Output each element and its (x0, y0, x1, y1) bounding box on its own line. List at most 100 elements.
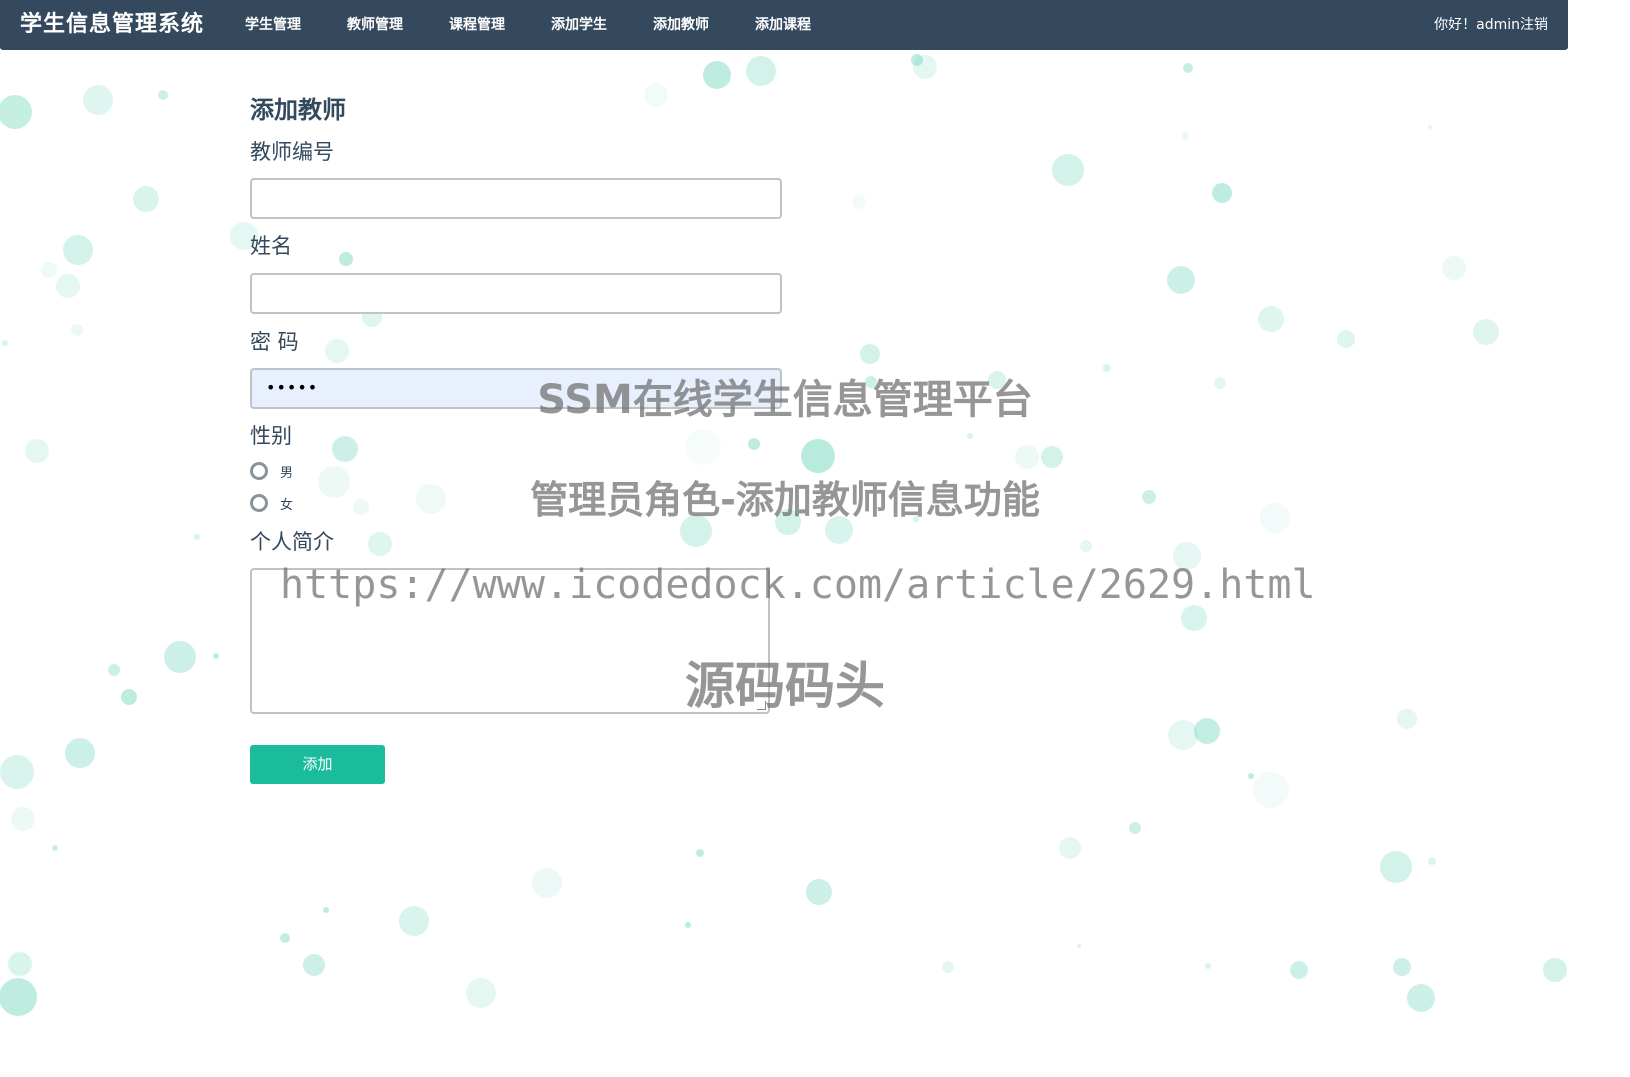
background-bubble (323, 907, 329, 913)
nav-student-management[interactable]: 学生管理 (245, 0, 301, 50)
name-label: 姓名 (250, 234, 292, 258)
background-bubble (1205, 963, 1211, 969)
background-bubble (368, 532, 392, 556)
background-bubble (11, 807, 35, 831)
background-bubble (1041, 446, 1063, 468)
password-label: 密 码 (250, 330, 299, 354)
background-bubble (1260, 503, 1290, 533)
bio-label: 个人简介 (250, 530, 334, 554)
background-bubble (1181, 132, 1189, 140)
app-brand[interactable]: 学生信息管理系统 (20, 0, 204, 50)
background-bubble (685, 429, 721, 465)
background-bubble (41, 262, 57, 278)
background-bubble (25, 439, 49, 463)
background-bubble (1397, 709, 1417, 729)
background-bubble (852, 195, 866, 209)
background-bubble (133, 186, 159, 212)
background-bubble (2, 340, 8, 346)
background-bubble (1167, 266, 1195, 294)
background-bubble (644, 83, 668, 107)
background-bubble (0, 978, 37, 1016)
password-dots: ••••• (266, 378, 319, 397)
background-bubble (108, 664, 120, 676)
gender-radio-female[interactable]: 女 (250, 492, 293, 514)
background-bubble (121, 689, 137, 705)
background-bubble (353, 499, 369, 515)
background-bubble (1194, 718, 1220, 744)
background-bubble (806, 879, 832, 905)
teacher-id-input[interactable] (250, 178, 782, 219)
background-bubble (1248, 773, 1254, 779)
background-bubble (1077, 944, 1081, 948)
background-bubble (1258, 306, 1284, 332)
nav-teacher-management[interactable]: 教师管理 (347, 0, 403, 50)
background-bubble (801, 439, 835, 473)
nav-course-management[interactable]: 课程管理 (449, 0, 505, 50)
gender-option-label: 女 (280, 497, 294, 513)
background-bubble (1543, 958, 1567, 982)
background-bubble (8, 952, 32, 976)
background-bubble (1181, 605, 1207, 631)
background-bubble (532, 868, 562, 898)
background-bubble (83, 85, 113, 115)
background-bubble (860, 344, 880, 364)
background-bubble (158, 90, 168, 100)
greeting-text: 你好！ (1434, 17, 1477, 33)
user-info: 你好！admin注销 (1434, 0, 1548, 50)
background-bubble (911, 54, 923, 66)
page-title: 添加教师 (250, 96, 346, 124)
background-bubble (1142, 490, 1156, 504)
background-bubble (52, 845, 58, 851)
radio-circle-icon (250, 462, 268, 480)
background-bubble (1253, 772, 1289, 808)
background-bubble (1407, 984, 1435, 1012)
gender-radio-male[interactable]: 男 (250, 460, 293, 482)
background-bubble (1059, 837, 1081, 859)
background-bubble (1129, 822, 1141, 834)
nav-add-teacher[interactable]: 添加教师 (653, 0, 709, 50)
background-bubble (399, 906, 429, 936)
watermark-url: https://www.icodedock.com/article/2629.h… (280, 562, 1316, 608)
background-bubble (913, 55, 937, 79)
background-bubble (63, 235, 93, 265)
add-button[interactable]: 添加 (250, 745, 385, 784)
background-bubble (56, 274, 80, 298)
background-bubble (967, 433, 973, 439)
background-bubble (213, 653, 219, 659)
background-bubble (1052, 154, 1084, 186)
gender-option-label: 男 (280, 465, 294, 481)
background-bubble (1103, 364, 1111, 372)
background-bubble (339, 252, 353, 266)
background-bubble (416, 484, 446, 514)
background-bubble (194, 534, 200, 540)
background-bubble (1212, 183, 1232, 203)
background-bubble (685, 922, 691, 928)
background-bubble (1015, 445, 1039, 469)
name-input[interactable] (250, 273, 782, 314)
background-bubble (71, 324, 83, 336)
background-bubble (280, 933, 290, 943)
watermark-subtitle: 管理员角色-添加教师信息功能 (530, 478, 1040, 522)
background-bubble (0, 95, 32, 129)
background-bubble (696, 849, 704, 857)
background-bubble (1183, 63, 1193, 73)
watermark-title: SSM在线学生信息管理平台 (537, 377, 1033, 423)
radio-circle-icon (250, 494, 268, 512)
background-bubble (65, 738, 95, 768)
logout-link[interactable]: 注销 (1520, 17, 1548, 33)
nav-add-student[interactable]: 添加学生 (551, 0, 607, 50)
background-bubble (1473, 319, 1499, 345)
background-bubble (1428, 125, 1432, 129)
background-bubble (1442, 256, 1466, 280)
background-bubble (1214, 377, 1226, 389)
background-bubble (332, 436, 358, 462)
background-bubble (1168, 720, 1198, 750)
background-bubble (942, 961, 954, 973)
teacher-id-label: 教师编号 (250, 140, 334, 164)
nav-add-course[interactable]: 添加课程 (755, 0, 811, 50)
background-bubble (746, 56, 776, 86)
background-bubble (1337, 330, 1355, 348)
background-bubble (466, 978, 496, 1008)
background-bubble (1380, 851, 1412, 883)
background-bubble (1393, 958, 1411, 976)
